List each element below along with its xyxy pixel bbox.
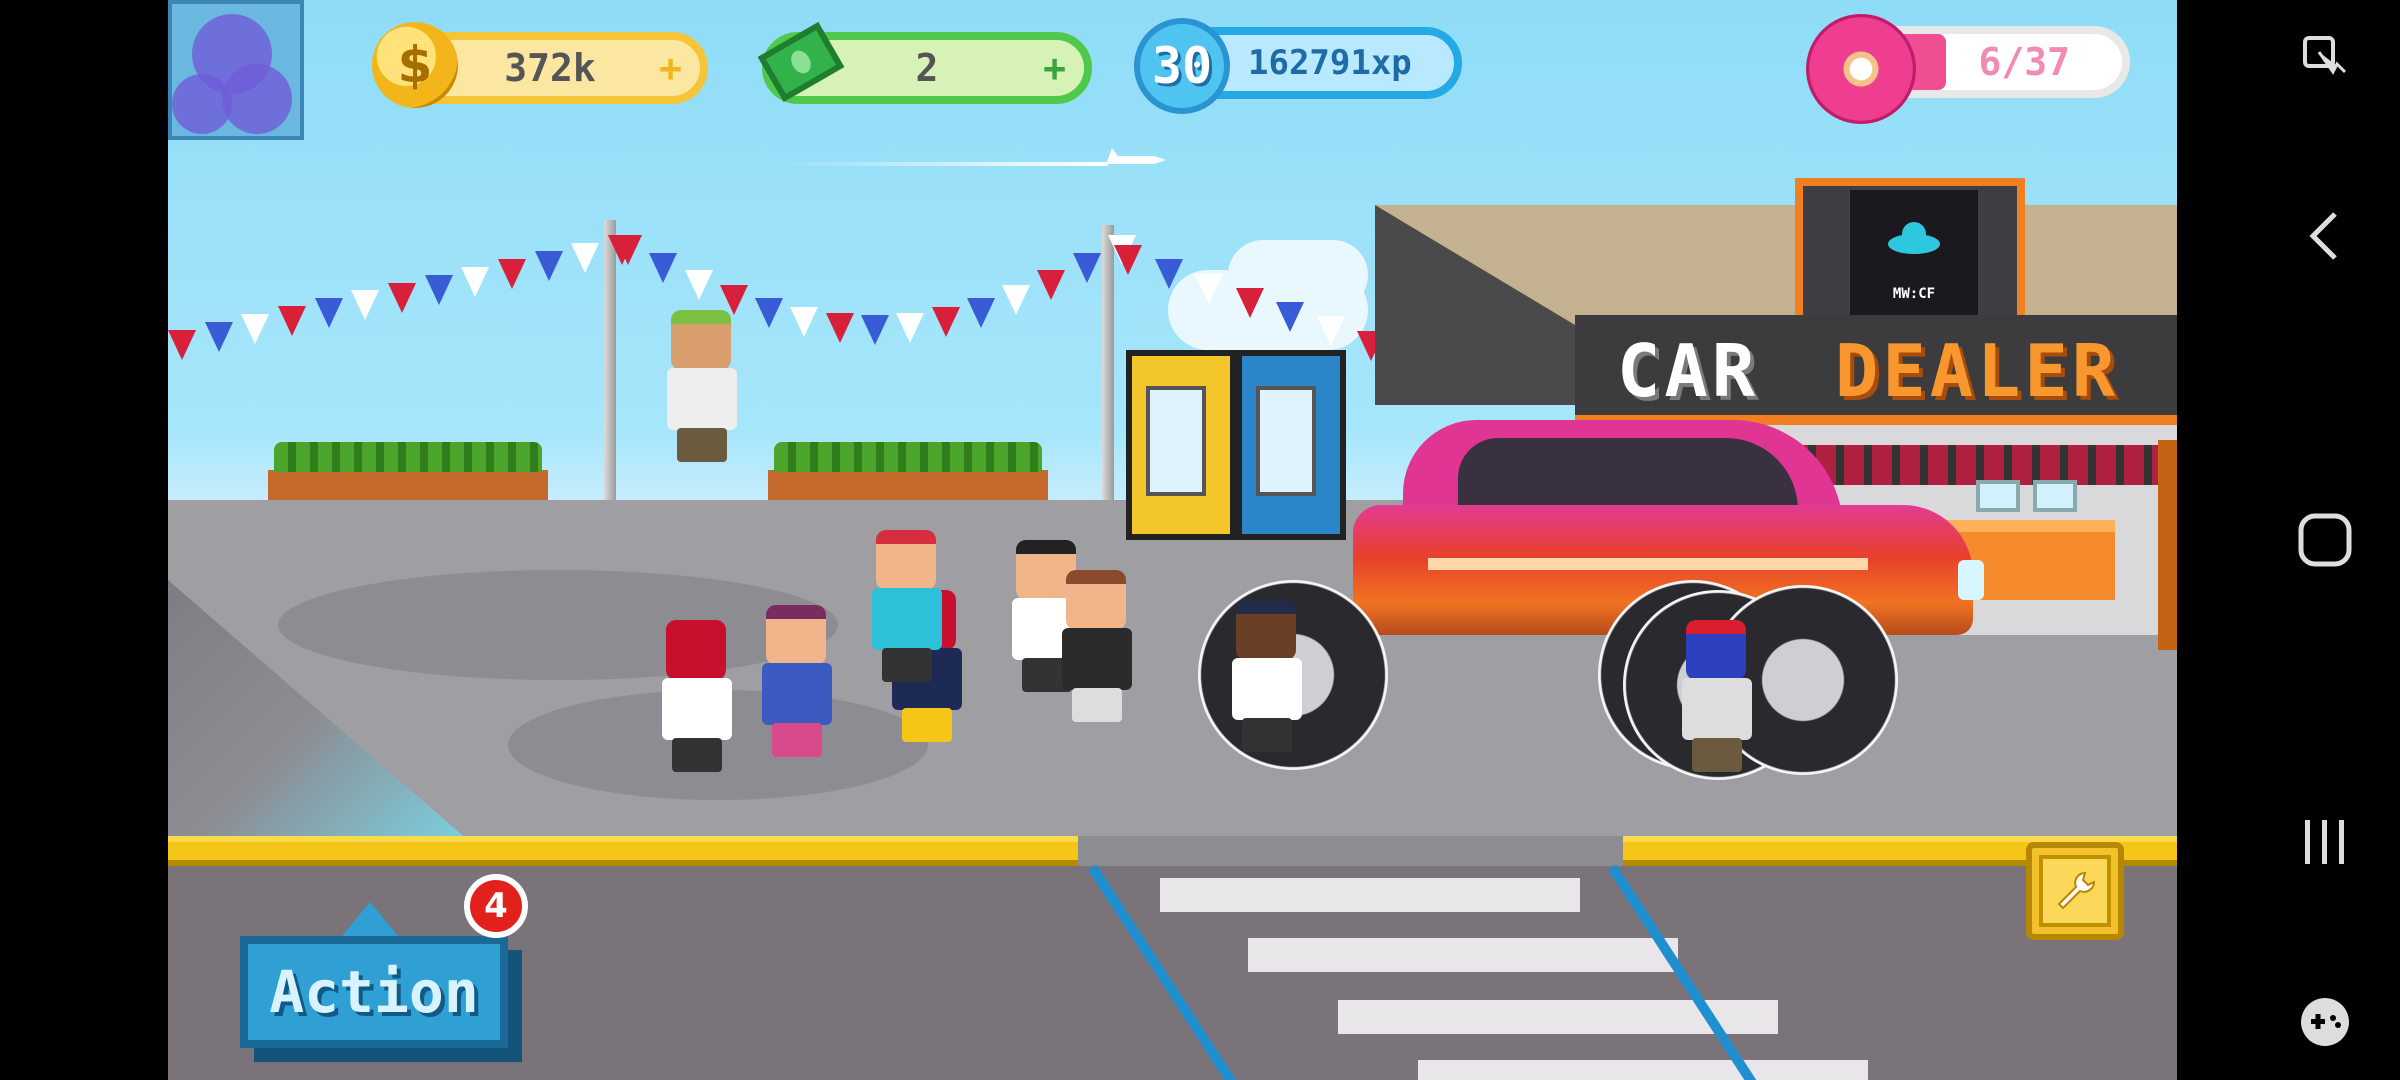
coins-add-button[interactable]: + (659, 46, 682, 90)
bunting-flag (571, 242, 600, 273)
bunting-flag (1316, 316, 1345, 347)
car-window (1458, 438, 1798, 510)
wrench-icon (2057, 871, 2096, 910)
action-label: Action (269, 958, 479, 1026)
back-icon[interactable] (2297, 208, 2353, 264)
bunting-flag (684, 269, 713, 300)
bunting-flag (498, 258, 526, 289)
ufo-icon (1888, 222, 1940, 254)
vending-machine (1236, 350, 1346, 540)
dealer-pillar (2158, 440, 2177, 650)
monitor (1976, 480, 2020, 512)
bunting-flag (861, 315, 889, 345)
cash-bill-icon (757, 21, 846, 108)
profile-avatar-icon-part (172, 74, 232, 134)
bunting-flag (1195, 273, 1224, 304)
settings-tool-button[interactable] (2026, 842, 2124, 940)
profile-button[interactable] (168, 0, 304, 140)
bunting-flag (314, 298, 343, 329)
sign-car-word: CAR (1617, 329, 1760, 413)
bunting-flag (1037, 269, 1066, 300)
curb-gap (1078, 836, 1623, 866)
dollar-coin-icon: $ (372, 22, 458, 108)
accessibility-icon[interactable] (2297, 30, 2353, 86)
bunting-flag (614, 235, 642, 265)
coins-value: 372k (504, 46, 596, 90)
sign-dealer-word: DEALER (1835, 329, 2120, 413)
donut-value: 6/37 (1978, 40, 2070, 84)
dealer-logo-screen: MW:CF (1850, 190, 1978, 318)
action-arrow-icon (342, 902, 398, 936)
screen: MW:CF CAR DEALER 372k + $ 2 + 162791xp 3… (0, 0, 2400, 1080)
system-nav-bar (2177, 0, 2400, 1080)
bunting-flag (1072, 252, 1101, 283)
flag-pole (1102, 225, 1114, 510)
level-badge: 30 (1134, 18, 1230, 114)
bunting-flag (461, 266, 490, 297)
bunting-flag (204, 322, 233, 353)
bunting-flag (1154, 259, 1183, 290)
bunting-flag (1114, 245, 1142, 275)
bunting-flag (825, 312, 854, 343)
curb (168, 836, 1078, 866)
car-stripe (1428, 558, 1868, 570)
bunting-flag (790, 307, 819, 338)
bunting-flag (168, 330, 196, 360)
bunting-flag (755, 297, 784, 328)
cash-value: 2 (915, 46, 939, 90)
car-headlight (1958, 560, 1984, 600)
home-icon[interactable] (2297, 512, 2353, 568)
bunting-flag (931, 307, 960, 338)
bunting-flag (896, 312, 925, 343)
plane-icon (1106, 148, 1166, 164)
car-dealer-sign: CAR DEALER (1575, 315, 2177, 425)
dealer-logo-text: MW:CF (1892, 286, 1936, 302)
monitor (2033, 480, 2077, 512)
bunting-flag (1276, 302, 1305, 333)
bunting-flag (278, 306, 306, 337)
cash-add-button[interactable]: + (1043, 46, 1066, 90)
bunting-flag (534, 250, 563, 281)
vending-machine (1126, 350, 1236, 540)
bunting-flag (1235, 287, 1264, 318)
bunting-flag (1002, 284, 1031, 315)
crosswalk-stripe (1248, 938, 1678, 972)
profile-avatar-icon-part (222, 64, 292, 134)
recents-icon[interactable] (2297, 814, 2353, 870)
plane-trail (778, 162, 1108, 166)
bunting-flag (424, 274, 453, 305)
bunting-flag (351, 290, 380, 321)
crosswalk-stripe (1418, 1060, 1868, 1080)
ground-shadow (278, 570, 838, 680)
donut-icon (1806, 14, 1916, 124)
bunting-flag (388, 282, 416, 313)
xp-value: 162791xp (1248, 43, 1412, 83)
level-value: 30 (1151, 37, 1213, 95)
gamepad-icon[interactable] (2297, 994, 2353, 1050)
badge-count: 4 (484, 886, 508, 926)
bunting-flag (649, 252, 678, 283)
bunting-flag (966, 297, 995, 328)
bunting-flag (241, 314, 270, 345)
crosswalk-stripe (1160, 878, 1580, 912)
action-notification-badge: 4 (464, 874, 528, 938)
action-button[interactable]: Action (240, 936, 508, 1048)
